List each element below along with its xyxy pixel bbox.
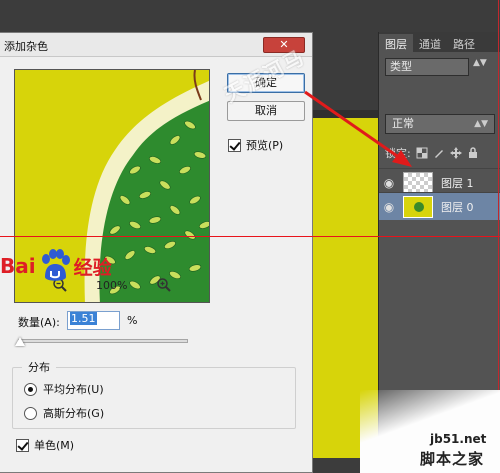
lock-position-icon[interactable] [449, 147, 462, 159]
amount-slider-thumb[interactable] [15, 337, 25, 346]
layer-row-selected[interactable]: ◉ 图层 0 [379, 192, 500, 220]
uniform-radio-row[interactable]: 平均分布(U) [24, 381, 104, 397]
blend-mode-value: 正常 [392, 117, 414, 130]
distribution-legend: 分布 [22, 359, 56, 375]
uniform-radio-label: 平均分布(U) [43, 383, 104, 396]
lock-transparent-icon[interactable] [416, 147, 428, 159]
tab-paths[interactable]: 路径 [447, 34, 481, 52]
dialog-titlebar[interactable]: 添加杂色 ✕ [0, 33, 312, 57]
monochrome-checkbox-row[interactable]: 单色(M) [16, 437, 74, 453]
amount-unit: % [127, 314, 138, 327]
baidu-jingyan-text: 经验 [73, 256, 112, 279]
visibility-eye-icon[interactable]: ◉ [379, 176, 399, 190]
preview-checkbox-label: 预览(P) [246, 139, 284, 152]
baidu-paw-icon [41, 249, 70, 281]
layer-filter-select[interactable]: 类型 [385, 58, 469, 76]
dropdown-arrow-icon: ▲▼ [474, 119, 488, 129]
baidu-jingyan-logo: Bai 经验 [0, 246, 112, 286]
amount-input[interactable]: 1.51 [67, 311, 120, 330]
jb51-url-text: jb51.net [430, 432, 487, 446]
layer-thumbnail [403, 171, 433, 194]
blend-mode-select[interactable]: 正常 ▲▼ [385, 114, 495, 134]
preview-checkbox-row[interactable]: 预览(P) [228, 137, 283, 153]
amount-slider-track[interactable] [18, 339, 188, 343]
visibility-eye-icon[interactable]: ◉ [379, 200, 399, 214]
lock-label: 锁定: [385, 147, 411, 160]
preview-checkbox[interactable] [228, 138, 241, 152]
uniform-radio[interactable] [24, 382, 37, 396]
gaussian-radio-row[interactable]: 高斯分布(G) [24, 405, 104, 421]
lock-all-icon[interactable] [467, 147, 479, 159]
gaussian-radio-label: 高斯分布(G) [43, 407, 105, 420]
amount-label: 数量(A): [18, 316, 60, 329]
baidu-bai-text: Bai [0, 254, 36, 278]
lock-pixels-icon[interactable] [433, 147, 445, 159]
zoom-in-icon[interactable] [156, 277, 172, 293]
red-guide-line [0, 236, 500, 237]
dialog-title: 添加杂色 [4, 40, 48, 53]
jb51-name-text: 脚本之家 [420, 450, 485, 468]
layers-panel-tabs: 图层 通道 路径 [379, 32, 500, 52]
layer-thumbnail [403, 195, 433, 218]
tab-channels[interactable]: 通道 [413, 34, 447, 52]
amount-value: 1.51 [70, 312, 97, 325]
layer-name: 图层 1 [441, 176, 474, 190]
layer-name: 图层 0 [441, 200, 474, 214]
gaussian-radio[interactable] [24, 406, 37, 420]
tab-layers[interactable]: 图层 [379, 34, 413, 52]
filter-arrows-icon: ▲▼ [473, 58, 487, 68]
monochrome-checkbox-label: 单色(M) [34, 439, 75, 452]
lock-row: 锁定: [385, 144, 499, 162]
monochrome-checkbox[interactable] [16, 438, 29, 452]
